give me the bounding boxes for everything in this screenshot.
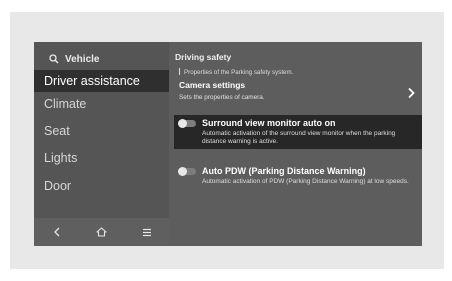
infotainment-screen: Vehicle Driver assistance Climate Seat L… <box>34 42 422 246</box>
camera-settings-subtitle: Sets the properties of camera. <box>179 94 265 101</box>
toggle-knob <box>178 166 187 176</box>
setting-title: Surround view monitor auto on <box>202 118 336 128</box>
sidebar: Vehicle Driver assistance Climate Seat L… <box>34 42 169 246</box>
properties-text: Properties of the Parking safety system. <box>184 69 294 76</box>
divider-bar <box>179 68 180 75</box>
back-button[interactable] <box>47 222 67 242</box>
sidebar-item-label: Door <box>44 179 72 193</box>
toggle-knob <box>178 118 187 128</box>
setting-title: Auto PDW (Parking Distance Warning) <box>202 166 366 176</box>
toggle-switch[interactable] <box>178 118 196 128</box>
setting-surround-view-auto-on[interactable]: Surround view monitor auto on Automatic … <box>174 115 422 149</box>
setting-description: Automatic activation of PDW (Parking Dis… <box>202 178 409 185</box>
sidebar-item-label: Lights <box>44 151 78 165</box>
toggle-switch[interactable] <box>178 166 196 176</box>
setting-auto-pdw[interactable]: Auto PDW (Parking Distance Warning) Auto… <box>174 163 422 189</box>
camera-settings-item[interactable]: Camera settings Sets the properties of c… <box>179 78 422 108</box>
setting-description: Automatic activation of the surround vie… <box>202 130 396 145</box>
menu-button[interactable] <box>137 222 157 242</box>
back-icon <box>53 227 59 237</box>
menu-icon <box>142 228 151 236</box>
settings-panel: Driving safety Properties of the Parking… <box>169 42 422 246</box>
sidebar-item-climate[interactable]: Climate <box>34 93 169 115</box>
bottom-nav-bar <box>34 218 169 246</box>
search-label: Vehicle <box>65 53 100 65</box>
home-button[interactable] <box>92 222 112 242</box>
sidebar-item-label: Climate <box>44 97 87 111</box>
camera-settings-title: Camera settings <box>179 80 246 90</box>
sidebar-item-driver-assistance[interactable]: Driver assistance <box>34 70 169 92</box>
home-icon <box>96 227 107 237</box>
properties-description: Properties of the Parking safety system. <box>179 68 293 76</box>
search-icon <box>49 54 59 64</box>
sidebar-item-lights[interactable]: Lights <box>34 147 169 169</box>
section-title: Driving safety <box>175 52 232 62</box>
sidebar-item-door[interactable]: Door <box>34 175 169 197</box>
sidebar-item-seat[interactable]: Seat <box>34 120 169 142</box>
search-button[interactable]: Vehicle <box>49 52 99 66</box>
chevron-right-icon <box>408 87 415 99</box>
sidebar-item-label: Seat <box>44 124 70 138</box>
sidebar-item-label: Driver assistance <box>44 74 140 88</box>
